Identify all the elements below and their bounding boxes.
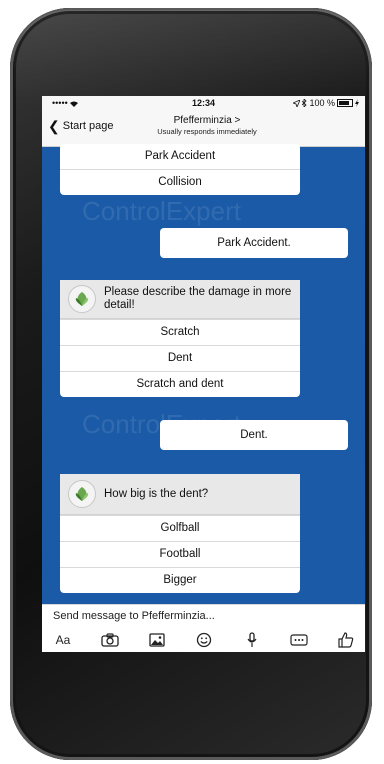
text-format-button[interactable]: Aa — [52, 631, 74, 649]
message-composer: Send message to Pfefferminzia... Aa — [42, 604, 365, 652]
leaf-icon — [75, 487, 89, 501]
battery-percent: 100 % — [309, 98, 335, 108]
bot-question-bubble: Please describe the damage in more detai… — [60, 280, 300, 397]
smiley-icon — [197, 632, 212, 648]
option-scratch[interactable]: Scratch — [60, 319, 300, 345]
option-bigger[interactable]: Bigger — [60, 567, 300, 593]
text-format-label: Aa — [55, 633, 71, 647]
bot-question-header: How big is the dent? — [60, 474, 300, 515]
location-icon — [293, 99, 301, 107]
image-icon — [149, 633, 165, 647]
contact-name: Pfefferminzia > — [173, 115, 241, 126]
watermark: ControlExpert — [82, 196, 241, 226]
message-input[interactable]: Send message to Pfefferminzia... — [53, 610, 215, 622]
user-message: Park Accident. — [160, 228, 348, 258]
option-football[interactable]: Football — [60, 541, 300, 567]
signal-dots: ••••• — [52, 98, 71, 108]
like-button[interactable] — [335, 631, 357, 649]
option-scratch-and-dent[interactable]: Scratch and dent — [60, 371, 300, 397]
status-time: 12:34 — [191, 98, 216, 108]
thumbs-up-icon — [338, 632, 354, 648]
back-button[interactable]: ❮ Start page — [48, 118, 114, 134]
back-label: Start page — [62, 120, 114, 132]
bot-question-text: How big is the dent? — [104, 488, 209, 500]
wifi-icon — [70, 101, 79, 107]
leaf-icon — [75, 292, 89, 306]
more-icon — [290, 634, 308, 646]
bot-options-bubble: Park Accident Collision — [60, 144, 300, 195]
option-collision[interactable]: Collision — [60, 169, 300, 195]
camera-icon — [101, 633, 119, 647]
nav-bar: ❮ Start page Pfefferminzia > Usually res… — [42, 110, 365, 147]
contact-header[interactable]: Pfefferminzia > Usually responds immedia… — [132, 115, 282, 136]
bot-avatar — [68, 285, 96, 313]
bot-question-bubble: How big is the dent? Golfball Football B… — [60, 474, 300, 593]
chevron-left-icon: ❮ — [48, 118, 60, 134]
battery-icon — [337, 99, 353, 107]
emoji-button[interactable] — [193, 631, 215, 649]
option-park-accident[interactable]: Park Accident — [60, 144, 300, 169]
status-right: 100 % — [293, 98, 359, 108]
bot-question-header: Please describe the damage in more detai… — [60, 280, 300, 319]
signal-indicator: ••••• — [52, 98, 79, 108]
phone-shine — [14, 10, 369, 106]
bot-question-text: Please describe the damage in more detai… — [104, 286, 292, 311]
option-dent[interactable]: Dent — [60, 345, 300, 371]
chat-screen: ••••• 12:34 100 % ❮ Start page Pfeffermi… — [42, 96, 365, 652]
bot-avatar — [68, 480, 96, 508]
voice-button[interactable] — [241, 631, 263, 649]
charging-icon — [355, 99, 359, 107]
composer-toolbar: Aa — [52, 631, 357, 649]
bluetooth-icon — [302, 99, 308, 107]
status-bar: ••••• 12:34 100 % — [42, 96, 365, 110]
camera-button[interactable] — [99, 631, 121, 649]
user-message: Dent. — [160, 420, 348, 450]
gallery-button[interactable] — [146, 631, 168, 649]
contact-subtitle: Usually responds immediately — [157, 127, 257, 136]
option-golfball[interactable]: Golfball — [60, 515, 300, 541]
more-button[interactable] — [288, 631, 310, 649]
microphone-icon — [247, 632, 257, 647]
